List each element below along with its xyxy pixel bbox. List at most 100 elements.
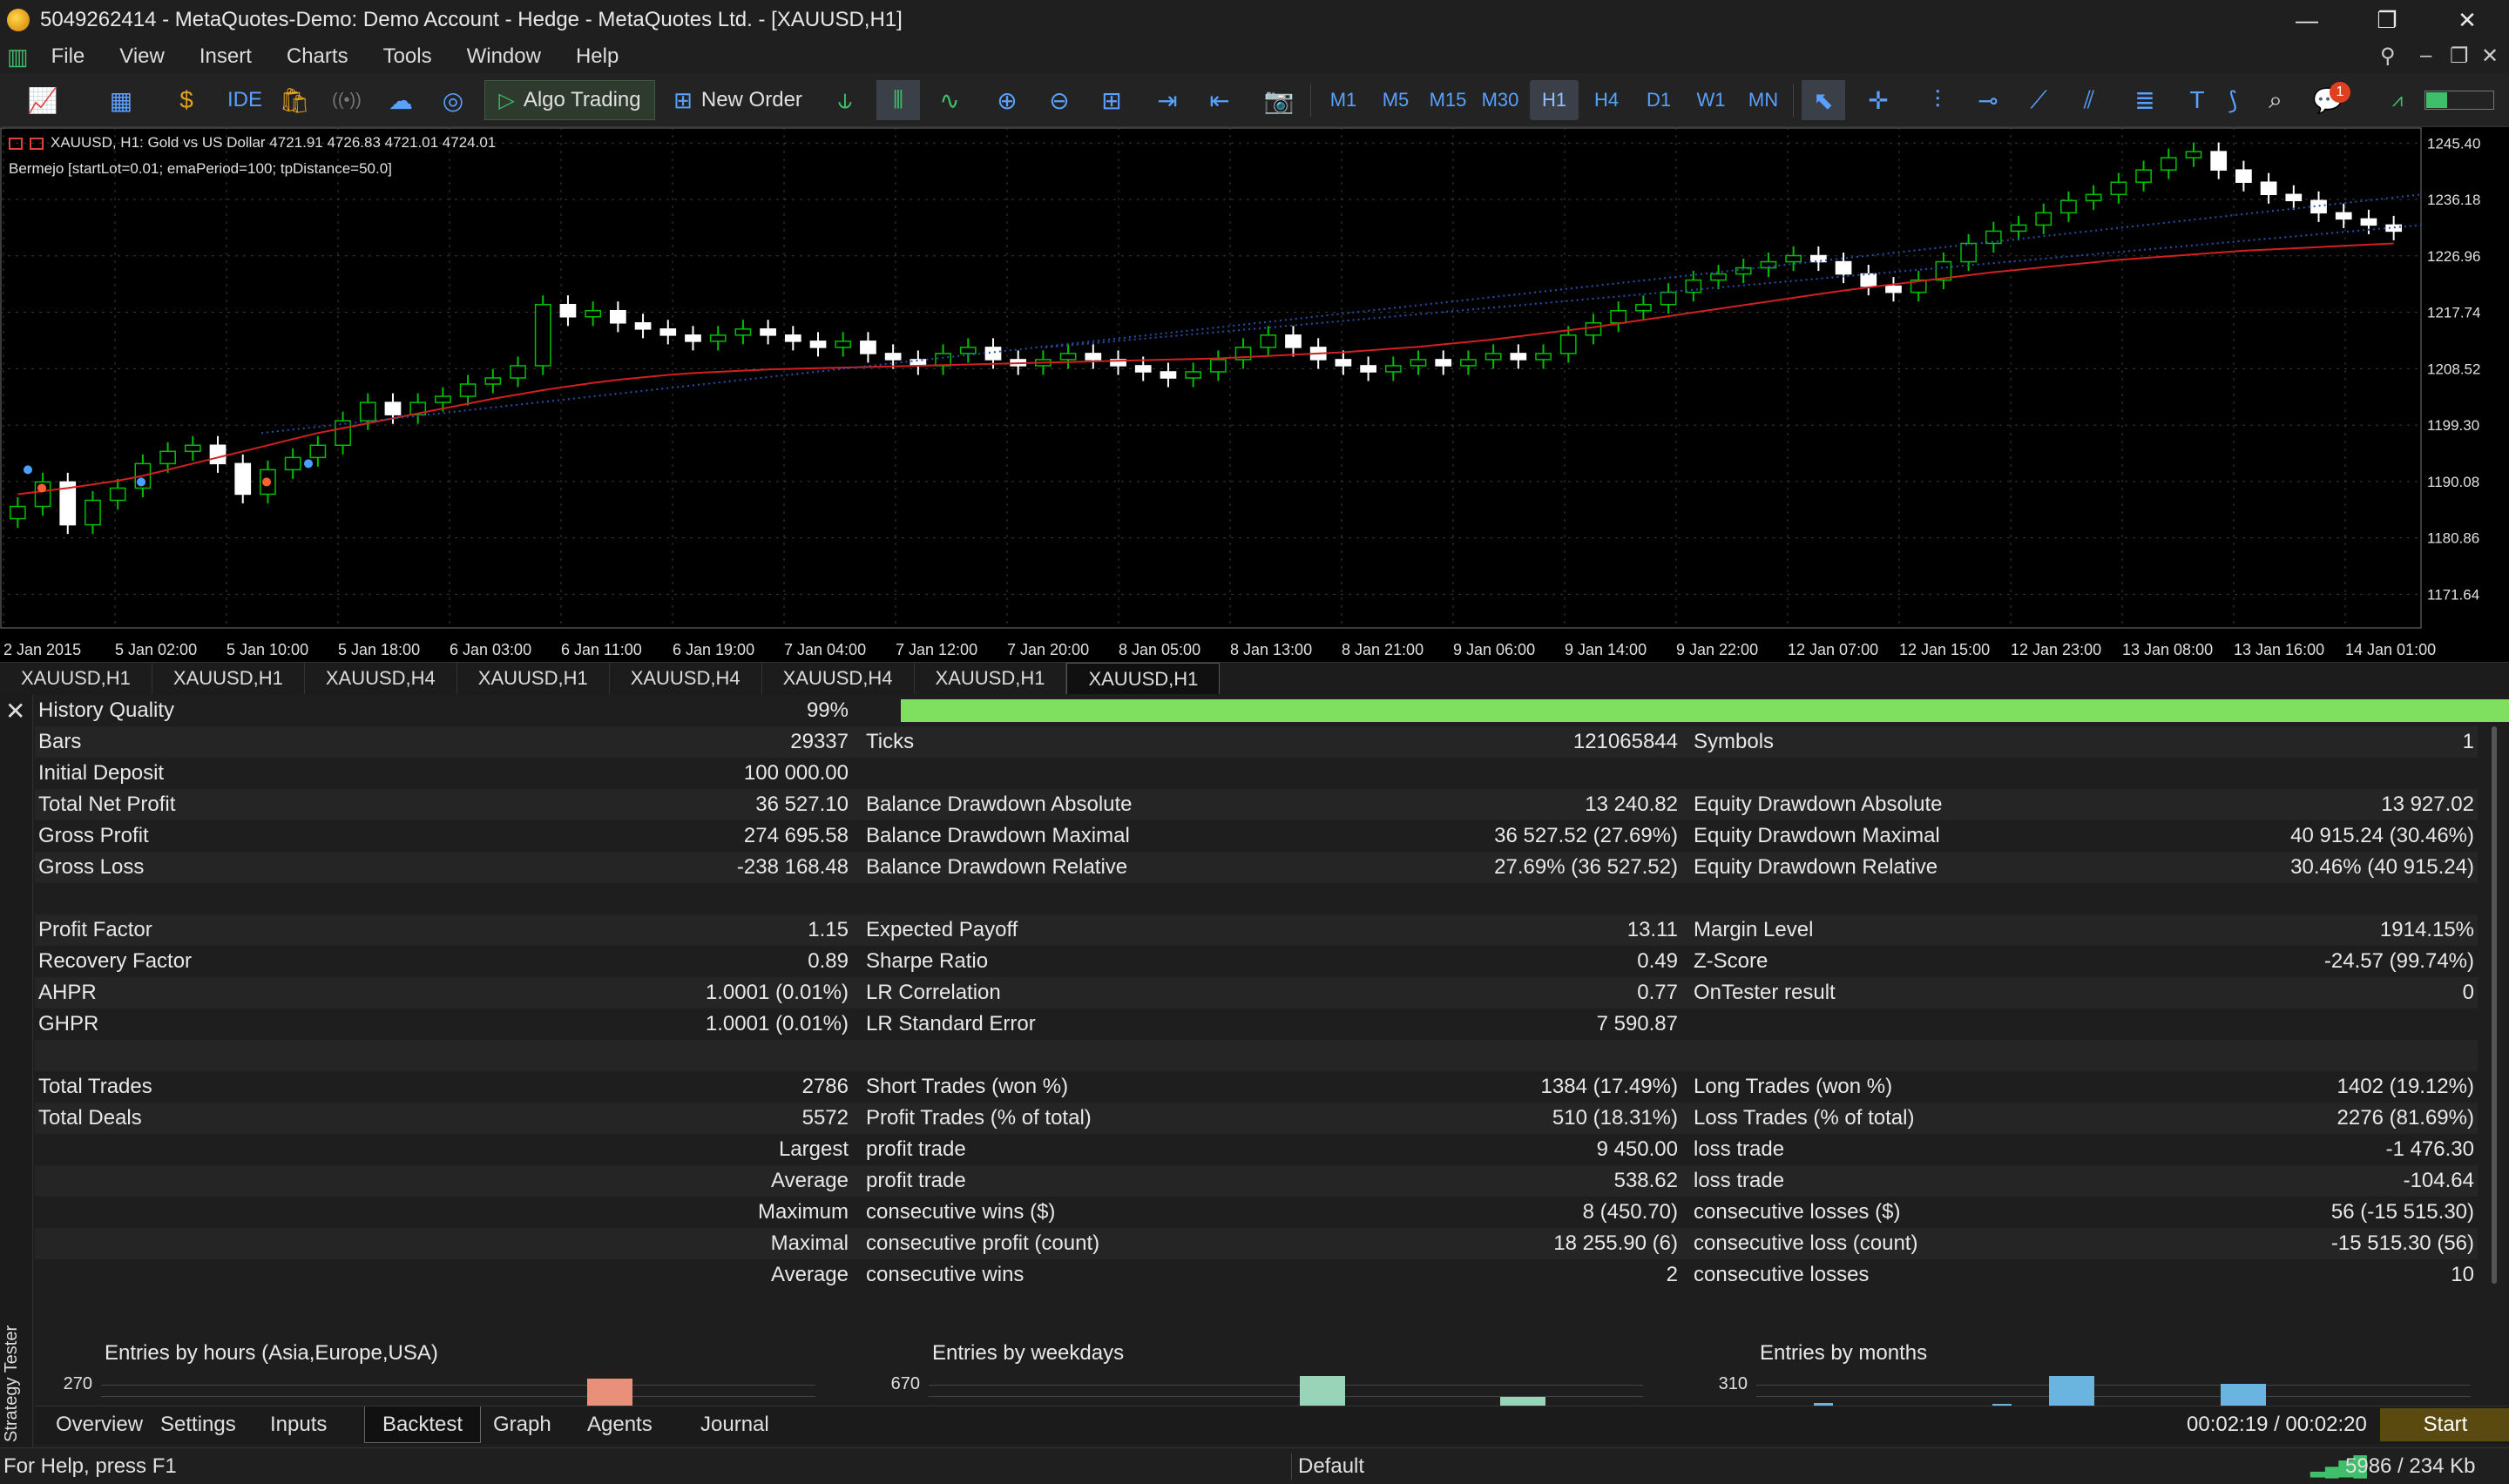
pin-icon[interactable]: ⚲ — [2380, 44, 2396, 69]
report-label: Total Net Profit — [38, 793, 176, 816]
timeframe-h1[interactable]: H1 — [1530, 80, 1579, 120]
price-chart[interactable]: 1245.40 1236.18 1226.96 1217.74 1208.52 1199.… — [0, 127, 2509, 662]
report-value: 2786 — [801, 1075, 849, 1098]
restore-chart-icon[interactable]: ❐ — [2450, 44, 2469, 69]
zoom-in-icon[interactable]: ⊕ — [988, 80, 1026, 120]
timeframe-d1[interactable]: D1 — [1634, 80, 1683, 120]
report-label: Short Trades (won %) — [866, 1075, 1069, 1098]
cloud-icon[interactable]: ☁ — [383, 80, 418, 120]
menu-view[interactable]: View — [102, 44, 182, 69]
timeframe-m1[interactable]: M1 — [1319, 80, 1368, 120]
restore-button[interactable]: ❐ — [2347, 0, 2427, 40]
candle-body — [2260, 181, 2277, 196]
candle-body — [1085, 353, 1102, 361]
new-order-button[interactable]: ⊞ New Order — [666, 80, 810, 120]
candle-body — [1384, 365, 1402, 373]
chart-window-icon[interactable]: ▥ — [7, 44, 29, 71]
close-button[interactable]: ✕ — [2427, 0, 2507, 40]
menu-window[interactable]: Window — [450, 44, 558, 69]
close-panel-icon[interactable]: ✕ — [5, 697, 25, 725]
tab-agents[interactable]: Agents — [570, 1406, 670, 1443]
report-value: 10 — [2451, 1263, 2474, 1286]
histogram-max-label: 270 — [63, 1374, 92, 1393]
candle-body — [1285, 334, 1302, 348]
candle-body — [784, 334, 801, 342]
chart-tab-active[interactable]: XAUUSD,H1 — [1066, 663, 1221, 694]
report-value: Largest — [778, 1137, 849, 1161]
algo-trading-button[interactable]: ▷ Algo Trading — [484, 80, 655, 120]
crosshair-icon[interactable]: ✛ — [1859, 80, 1897, 120]
chat-icon[interactable]: 💬 1 — [2309, 80, 2350, 120]
status-bar: For Help, press F1 Default ▂▄▆█ 5986 / 2… — [0, 1447, 2509, 1484]
bar-chart-icon[interactable]: ⫝ — [828, 80, 862, 120]
shapes-icon[interactable]: ⟆ — [2220, 80, 2246, 120]
tile-windows-icon[interactable]: ⊞ — [1092, 80, 1131, 120]
ide-button[interactable]: IDE — [223, 80, 267, 120]
timeframe-h4[interactable]: H4 — [1582, 80, 1631, 120]
timeframe-m5[interactable]: M5 — [1371, 80, 1420, 120]
chart-tab[interactable]: XAUUSD,H1 — [152, 663, 305, 694]
trendline-icon[interactable]: ⟋ — [2019, 80, 2058, 120]
chart-tab[interactable]: XAUUSD,H1 — [457, 663, 610, 694]
close-chart-icon[interactable]: ✕ — [2481, 44, 2499, 69]
level2-icon[interactable]: ⩘ — [2378, 80, 2417, 120]
autoscroll-icon[interactable]: ⇥ — [1148, 80, 1187, 120]
menu-charts[interactable]: Charts — [269, 44, 366, 69]
zoom-out-icon[interactable]: ⊖ — [1040, 80, 1079, 120]
start-button[interactable]: Start — [2380, 1408, 2509, 1441]
report-value — [2039, 758, 2474, 789]
menu-insert[interactable]: Insert — [182, 44, 269, 69]
text-icon[interactable]: T — [2178, 80, 2216, 120]
time-tick-label: 14 Jan 01:00 — [2345, 641, 2436, 658]
timeframe-w1[interactable]: W1 — [1687, 80, 1735, 120]
report-label: Balance Drawdown Maximal — [866, 824, 1130, 847]
chart-tab[interactable]: XAUUSD,H1 — [0, 663, 152, 694]
report-value — [1242, 1040, 1678, 1071]
chart-tab[interactable]: XAUUSD,H4 — [610, 663, 762, 694]
signals-icon[interactable]: ((•)) — [328, 80, 366, 120]
timeframe-mn[interactable]: MN — [1739, 80, 1788, 120]
chart-tab[interactable]: XAUUSD,H4 — [762, 663, 915, 694]
candle-body — [2360, 218, 2377, 226]
timeframe-m15[interactable]: M15 — [1424, 80, 1472, 120]
horizontal-line-icon[interactable]: ⊸ — [1969, 80, 2007, 120]
tab-journal[interactable]: Journal — [683, 1406, 787, 1443]
status-profile: Default — [1298, 1454, 1365, 1478]
candlestick-icon[interactable]: ⫴ — [876, 80, 920, 120]
price-tick-label: 1245.40 — [2427, 135, 2480, 152]
chart-tab[interactable]: XAUUSD,H1 — [915, 663, 1067, 694]
vertical-line-icon[interactable]: ⫶ — [1918, 80, 1957, 120]
report-value: 13 240.82 — [1585, 793, 1678, 816]
menu-help[interactable]: Help — [558, 44, 636, 69]
time-tick-label: 13 Jan 08:00 — [2122, 641, 2213, 658]
new-chart-icon[interactable]: 📈 — [12, 80, 73, 120]
report-scrollbar[interactable] — [2488, 726, 2502, 1284]
report-value: 5572 — [801, 1106, 849, 1130]
search-icon[interactable]: ⌕ — [2256, 80, 2295, 120]
timeframe-m30[interactable]: M30 — [1476, 80, 1525, 120]
chart-tab[interactable]: XAUUSD,H4 — [305, 663, 457, 694]
report-value: 8 (450.70) — [1582, 1200, 1678, 1224]
line-chart-icon[interactable]: ∿ — [932, 80, 967, 120]
cursor-icon[interactable]: ⬉ — [1802, 80, 1845, 120]
menu-tools[interactable]: Tools — [366, 44, 450, 69]
shop-icon[interactable]: 🛍 — [277, 80, 312, 120]
chart-shift-icon[interactable]: ⇤ — [1200, 80, 1239, 120]
candle-body — [585, 309, 602, 318]
minimize-button[interactable]: — — [2267, 0, 2347, 40]
tab-settings[interactable]: Settings — [143, 1406, 254, 1443]
profiles-icon[interactable]: ▦ — [91, 80, 152, 120]
screenshot-icon[interactable]: 📷 — [1260, 80, 1298, 120]
tab-inputs[interactable]: Inputs — [253, 1406, 344, 1443]
channel-icon[interactable]: ⫽ — [2070, 80, 2108, 120]
tab-backtest[interactable]: Backtest — [364, 1406, 482, 1443]
vps-icon[interactable]: ◎ — [436, 80, 470, 120]
market-icon[interactable]: $ — [169, 80, 204, 120]
tab-graph[interactable]: Graph — [476, 1406, 569, 1443]
report-row: Profit Factor 1.15 Expected Payoff 13.11 Mar… — [35, 914, 2478, 946]
menu-file[interactable]: File — [34, 44, 103, 69]
report-value: Average — [771, 1169, 849, 1192]
minimize-chart-icon[interactable]: – — [2420, 44, 2431, 68]
report-label: Gross Loss — [38, 855, 145, 879]
fibonacci-icon[interactable]: ≣ — [2126, 80, 2164, 120]
